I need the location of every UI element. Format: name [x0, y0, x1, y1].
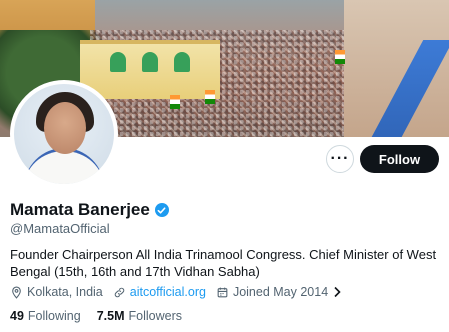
verified-badge-icon[interactable]: [154, 203, 169, 217]
avatar-face: [44, 102, 86, 154]
banner-flag: [170, 95, 180, 109]
website-link[interactable]: aitcofficial.org: [130, 285, 206, 299]
profile-bio: Founder Chairperson All India Trinamool …: [10, 247, 437, 279]
more-options-label: ···: [330, 150, 350, 167]
banner-flag: [205, 90, 215, 104]
profile-location: Kolkata, India: [10, 285, 103, 299]
followers-count: 7.5M: [96, 309, 125, 323]
link-icon: [114, 287, 124, 297]
following-label: Following: [27, 309, 81, 323]
profile-avatar[interactable]: [10, 80, 118, 188]
profile-website[interactable]: aitcofficial.org: [113, 285, 206, 299]
follow-button[interactable]: Follow: [360, 145, 439, 173]
calendar-icon: [217, 287, 228, 297]
banner-dome: [142, 52, 158, 72]
banner-dome: [174, 52, 190, 72]
follow-button-label: Follow: [378, 151, 421, 167]
profile-meta-row: Kolkata, India aitcofficial.org Joined M…: [10, 285, 342, 299]
banner-temple: [80, 40, 220, 99]
banner-flag: [335, 50, 345, 64]
followers-count-link[interactable]: 7.5M Followers: [97, 309, 182, 323]
avatar-clothing: [24, 148, 104, 184]
banner-dome: [110, 52, 126, 72]
profile-name: Mamata Banerjee: [10, 200, 150, 219]
followers-label: Followers: [128, 309, 183, 323]
chevron-right-icon[interactable]: [332, 286, 342, 298]
location-text: Kolkata, India: [27, 285, 103, 299]
following-count-link[interactable]: 49 Following: [10, 309, 81, 323]
profile-name-row: Mamata Banerjee: [10, 200, 169, 220]
more-options-button[interactable]: ···: [326, 145, 354, 173]
following-count: 49: [10, 309, 24, 323]
profile-counts-row: 49 Following 7.5M Followers: [10, 309, 182, 323]
location-pin-icon: [12, 286, 21, 299]
profile-joined[interactable]: Joined May 2014: [216, 285, 342, 299]
joined-text: Joined May 2014: [232, 285, 329, 299]
profile-handle: @MamataOfficial: [10, 221, 110, 236]
